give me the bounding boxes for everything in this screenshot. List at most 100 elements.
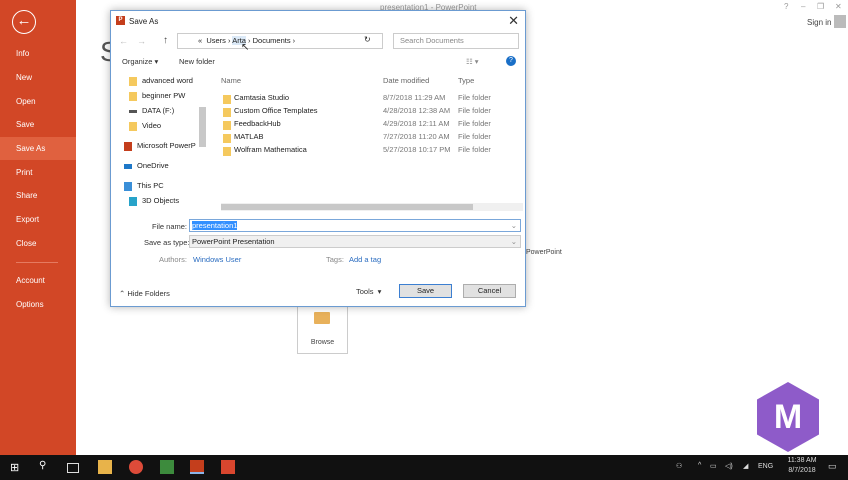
breadcrumb-documents[interactable]: Documents	[253, 36, 291, 45]
breadcrumb-users[interactable]: Users	[206, 36, 226, 45]
help-icon[interactable]: ?	[506, 56, 516, 66]
file-row[interactable]: Wolfram Mathematica 5/27/2018 10:17 PM F…	[223, 145, 523, 158]
close-icon[interactable]: ✕	[508, 13, 519, 29]
save-type-select[interactable]: PowerPoint Presentation ⌄	[189, 235, 521, 248]
hide-folders-button[interactable]: ⌃ Hide Folders	[119, 289, 170, 298]
tree-item[interactable]: OneDrive	[124, 161, 169, 170]
file-name: Camtasia Studio	[234, 93, 290, 102]
file-name: MATLAB	[234, 132, 264, 141]
folder-icon	[223, 108, 231, 117]
authors-label: Authors:	[159, 255, 187, 264]
nav-save[interactable]: Save	[0, 113, 76, 136]
tags-link[interactable]: Add a tag	[349, 255, 381, 264]
battery-icon[interactable]: ▭	[710, 462, 717, 470]
save-button[interactable]: Save	[399, 284, 452, 298]
folder-icon	[223, 147, 231, 156]
nav-info[interactable]: Info	[0, 42, 76, 65]
nav-account[interactable]: Account	[0, 269, 76, 292]
nav-close[interactable]: Close	[0, 232, 76, 255]
tree-item[interactable]: 3D Objects	[129, 196, 179, 206]
tree-scrollbar[interactable]	[199, 107, 206, 147]
chrome-icon[interactable]	[129, 460, 143, 474]
folder-icon	[129, 121, 137, 131]
drive-icon	[129, 109, 137, 113]
column-type[interactable]: Type	[458, 76, 474, 85]
nav-export[interactable]: Export	[0, 208, 76, 231]
address-bar[interactable]: « Users › Arta › Documents ›	[177, 33, 383, 49]
horizontal-scrollbar[interactable]	[221, 203, 523, 211]
nav-open[interactable]: Open	[0, 90, 76, 113]
breadcrumb-overflow[interactable]: «	[198, 36, 202, 45]
file-date: 7/27/2018 11:20 AM	[383, 132, 450, 141]
column-date[interactable]: Date modified	[383, 76, 429, 85]
back-arrow-icon[interactable]: ←	[12, 10, 36, 34]
column-name[interactable]: Name	[221, 76, 241, 85]
camtasia-recorder-icon[interactable]	[221, 460, 235, 474]
language-indicator[interactable]: ENG	[758, 463, 773, 470]
close-window-button[interactable]: ✕	[835, 2, 842, 11]
file-explorer-icon[interactable]	[98, 460, 112, 474]
folder-icon	[223, 121, 231, 130]
windows-start-icon[interactable]: ⊞	[10, 461, 19, 474]
file-date: 4/28/2018 12:38 AM	[383, 106, 451, 115]
file-row[interactable]: Camtasia Studio 8/7/2018 11:29 AM File f…	[223, 93, 523, 106]
mouse-cursor-icon: ↖	[241, 42, 250, 53]
file-type: File folder	[458, 132, 491, 141]
search-icon[interactable]: ⚲	[39, 460, 46, 471]
dialog-title: Save As	[129, 17, 159, 26]
folder-icon	[129, 91, 137, 101]
nav-save-as[interactable]: Save As	[0, 137, 76, 160]
nav-share[interactable]: Share	[0, 184, 76, 207]
network-icon[interactable]: ◢	[743, 462, 748, 470]
volume-icon[interactable]: ◁)	[725, 462, 733, 470]
backstage-sidebar: ← Info New Open Save Save As Print Share…	[0, 0, 76, 455]
nav-options[interactable]: Options	[0, 293, 76, 316]
pc-icon	[124, 181, 132, 191]
minimize-button[interactable]: –	[801, 2, 805, 11]
notifications-icon[interactable]: ▭	[828, 461, 837, 472]
nav-new[interactable]: New	[0, 66, 76, 89]
tree-item[interactable]: DATA (F:)	[129, 106, 174, 115]
refresh-icon[interactable]: ↻	[364, 35, 371, 44]
view-options-icon[interactable]: ☷ ▾	[466, 57, 479, 66]
authors-link[interactable]: Windows User	[193, 255, 241, 264]
file-name: Custom Office Templates	[234, 106, 318, 115]
organize-button[interactable]: Organize ▾	[122, 57, 158, 66]
tree-item[interactable]: Video	[129, 121, 161, 131]
back-arrow-icon[interactable]: ←	[119, 36, 128, 46]
tree-item[interactable]: advanced word	[129, 76, 193, 86]
clock[interactable]: 11:38 AM 8/7/2018	[782, 457, 822, 474]
tree-item[interactable]: This PC	[124, 181, 164, 191]
avatar-icon[interactable]	[834, 15, 846, 28]
restore-button[interactable]: ❐	[817, 2, 824, 11]
task-view-icon[interactable]	[67, 463, 79, 473]
search-input[interactable]: Search Documents	[393, 33, 519, 49]
file-type: File folder	[458, 106, 491, 115]
tree-item[interactable]: Microsoft PowerP	[124, 141, 196, 151]
3d-objects-icon	[129, 196, 137, 206]
folder-icon	[223, 95, 231, 104]
file-name-input[interactable]: presentation1 ⌄	[189, 219, 521, 232]
help-button[interactable]: ?	[784, 2, 788, 11]
up-arrow-icon[interactable]: ↑	[163, 35, 168, 46]
tools-button[interactable]: Tools ▾	[356, 287, 381, 296]
save-type-label: Save as type:	[144, 238, 190, 247]
camtasia-icon[interactable]	[160, 460, 174, 474]
file-row[interactable]: MATLAB 7/27/2018 11:20 AM File folder	[223, 132, 523, 145]
people-icon[interactable]: ⚇	[676, 462, 682, 470]
file-row[interactable]: FeedbackHub 4/29/2018 12:11 AM File fold…	[223, 119, 523, 132]
chevron-up-icon[interactable]: ^	[698, 462, 701, 469]
forward-arrow-icon[interactable]: →	[137, 36, 146, 46]
folder-open-icon	[314, 312, 330, 324]
nav-print[interactable]: Print	[0, 161, 76, 184]
cancel-button[interactable]: Cancel	[463, 284, 516, 298]
powerpoint-taskbar-icon[interactable]	[190, 460, 204, 474]
file-name-value: presentation1	[192, 221, 238, 230]
sign-in-link[interactable]: Sign in	[807, 18, 831, 27]
onedrive-icon	[124, 163, 132, 169]
file-date: 4/29/2018 12:11 AM	[383, 119, 450, 128]
new-folder-button[interactable]: New folder	[179, 57, 215, 66]
file-name: FeedbackHub	[234, 119, 281, 128]
file-row[interactable]: Custom Office Templates 4/28/2018 12:38 …	[223, 106, 523, 119]
tree-item[interactable]: beginner PW	[129, 91, 185, 101]
